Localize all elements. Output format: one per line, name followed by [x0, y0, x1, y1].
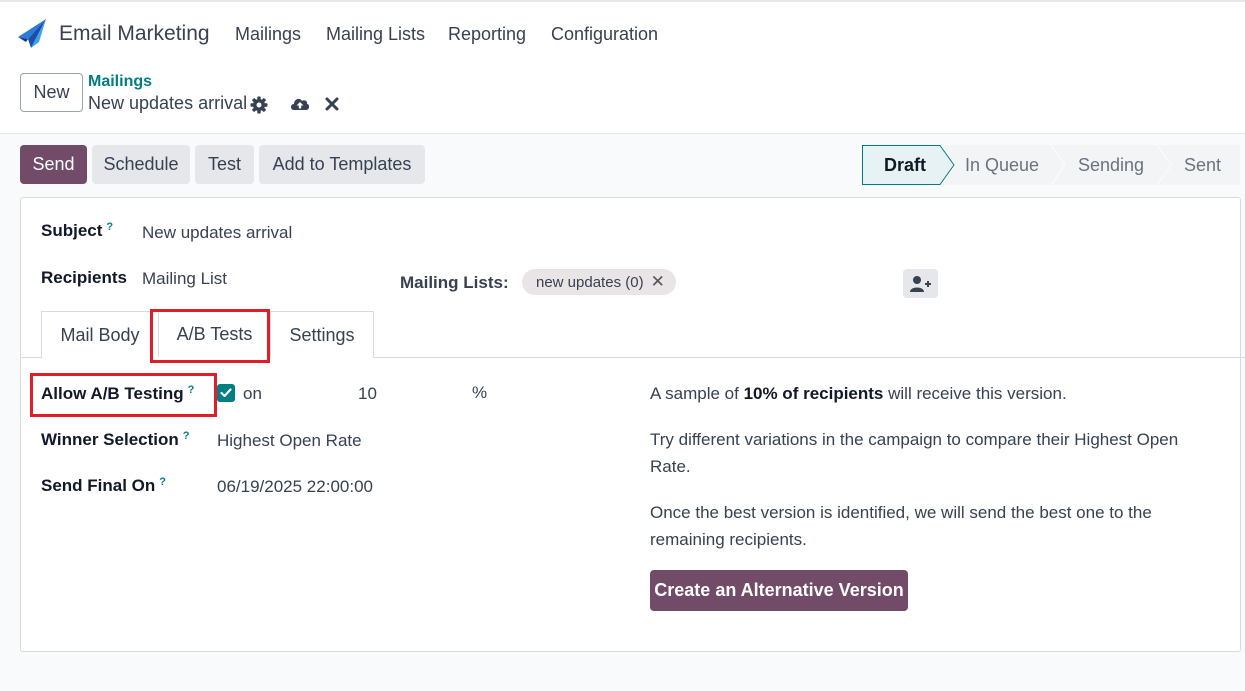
- breadcrumb-mailings[interactable]: Mailings: [88, 73, 152, 91]
- recipients-label: Recipients: [41, 268, 127, 287]
- mailing-list-tag-label: new updates (0): [536, 273, 644, 291]
- send-final-on-label: Send Final On?: [41, 476, 167, 495]
- tab-settings[interactable]: Settings: [270, 311, 374, 358]
- create-alternative-version-button[interactable]: Create an Alternative Version: [650, 570, 908, 611]
- subject-label: Subject?: [41, 221, 114, 240]
- user-plus-icon: [909, 275, 931, 292]
- schedule-button[interactable]: Schedule: [92, 145, 190, 184]
- close-icon[interactable]: [324, 96, 340, 112]
- winner-selection-select[interactable]: Highest Open Rate: [217, 431, 362, 451]
- mailing-lists-label: Mailing Lists:: [400, 273, 509, 292]
- menu-item-reporting[interactable]: Reporting: [448, 24, 526, 45]
- menu-item-configuration[interactable]: Configuration: [551, 24, 658, 45]
- highlight-box-ab-tab: [150, 309, 270, 363]
- allow-ab-state-text: on: [243, 384, 262, 403]
- status-stage-draft[interactable]: Draft: [884, 145, 926, 185]
- status-stage-in-queue[interactable]: In Queue: [965, 145, 1039, 185]
- tab-mail-body[interactable]: Mail Body: [41, 311, 159, 358]
- subject-field[interactable]: New updates arrival: [142, 223, 292, 243]
- recipients-select[interactable]: Mailing List: [142, 269, 227, 289]
- record-name: New updates arrival: [88, 93, 248, 113]
- check-icon: [220, 388, 232, 398]
- remove-tag-icon[interactable]: ✕: [651, 272, 665, 292]
- send-button[interactable]: Send: [20, 145, 87, 184]
- send-final-help-icon[interactable]: ?: [159, 476, 166, 488]
- add-to-templates-button[interactable]: Add to Templates: [259, 145, 425, 184]
- new-button[interactable]: New: [20, 73, 83, 112]
- app-title[interactable]: Email Marketing: [59, 22, 210, 46]
- ab-variations-info: Try different variations in the campaign…: [650, 430, 1179, 476]
- control-panel: New Mailings New updates arrival: [0, 66, 1245, 134]
- cloud-upload-icon[interactable]: [289, 94, 311, 114]
- test-button[interactable]: Test: [195, 145, 254, 184]
- winner-selection-label: Winner Selection?: [41, 430, 190, 449]
- ab-percent-input[interactable]: 10: [358, 384, 377, 404]
- status-stage-sending[interactable]: Sending: [1078, 145, 1144, 185]
- ab-sample-info: A sample of 10% of recipients will recei…: [650, 384, 1067, 403]
- ab-best-version-info: Once the best version is identified, we …: [650, 503, 1152, 549]
- menu-item-mailing-lists[interactable]: Mailing Lists: [326, 24, 425, 45]
- highlight-box-allow-ab: [30, 373, 217, 417]
- top-navbar: Email Marketing Mailings Mailing Lists R…: [0, 0, 1245, 66]
- winner-help-icon[interactable]: ?: [183, 430, 190, 442]
- form-sheet: [20, 197, 1241, 652]
- mailing-list-tag: new updates (0) ✕: [522, 269, 676, 295]
- gear-icon[interactable]: [249, 95, 269, 115]
- menu-item-mailings[interactable]: Mailings: [235, 24, 301, 45]
- paper-plane-logo-icon[interactable]: [17, 18, 47, 50]
- send-final-on-field[interactable]: 06/19/2025 22:00:00: [217, 477, 373, 497]
- percent-symbol: %: [472, 383, 488, 402]
- status-stage-sent[interactable]: Sent: [1184, 145, 1221, 185]
- status-bar: Draft In Queue Sending Sent: [862, 145, 1240, 185]
- subject-help-icon[interactable]: ?: [106, 221, 113, 233]
- allow-ab-testing-checkbox[interactable]: [217, 384, 235, 402]
- add-user-button[interactable]: [903, 269, 938, 298]
